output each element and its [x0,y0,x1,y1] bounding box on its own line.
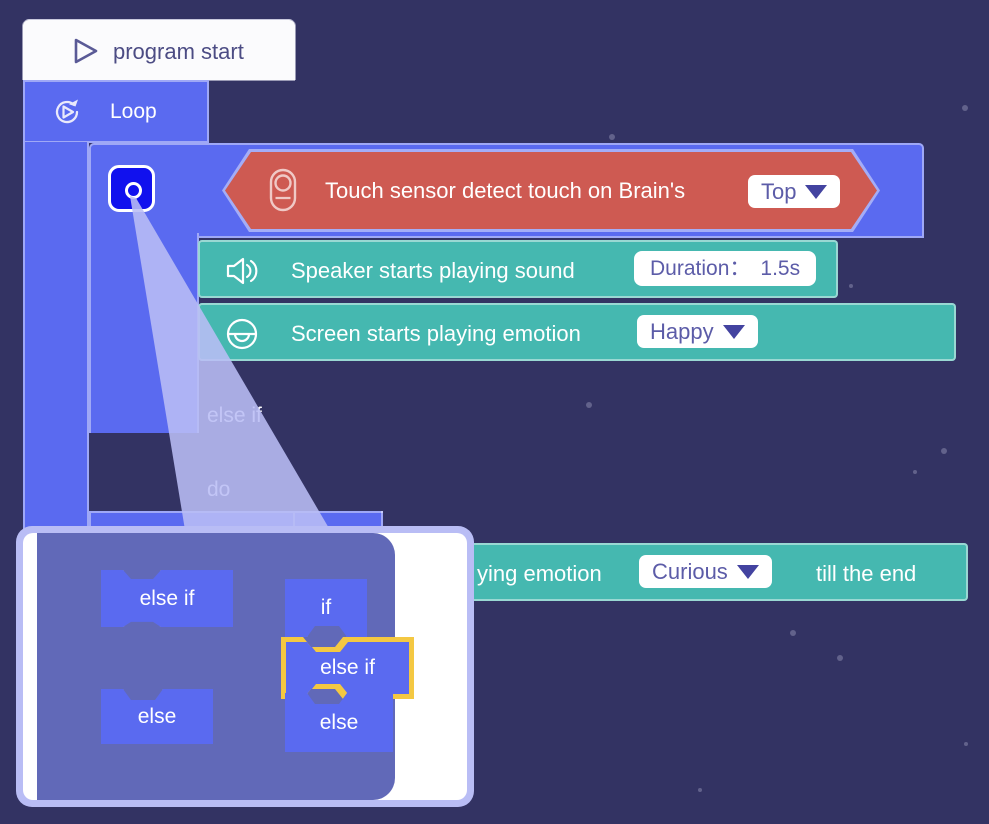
star-dot [941,448,947,454]
chevron-down-icon [736,564,759,579]
duration-field-label: Duration： [650,257,751,280]
chevron-down-icon [722,324,745,339]
loop-refresh-play-icon [51,96,83,128]
duration-field[interactable]: Duration： 1.5s [634,251,817,286]
screen-emotion-happy-block[interactable]: Screen starts playing emotion till the e… [198,303,956,361]
mutator-popup[interactable]: else if else if else if else [16,526,474,807]
stack-block-if-label: if [320,596,332,619]
touch-sensor-condition-text: Touch sensor detect touch on Brain's [325,178,686,203]
emotion-curious-dropdown[interactable]: Curious [639,555,772,588]
speaker-icon [224,254,260,288]
star-dot [962,105,968,111]
star-dot [609,134,615,140]
emotion-happy-dropdown-value: Happy [650,318,714,344]
star-dot [837,655,843,661]
do-keyword-label-2: do [207,478,231,501]
program-start-block[interactable]: program start [23,20,295,80]
loop-block-header[interactable]: Loop [23,80,209,143]
flyout-block-else[interactable]: else [101,689,213,744]
screen-emotion-happy-text: Screen starts playing emotion [291,321,581,346]
star-dot [698,788,702,792]
emotion-happy-dropdown[interactable]: Happy [637,315,758,348]
elseif-keyword-label: else if [207,404,262,427]
screen-emotion-curious-tail: till the end [816,561,917,586]
brain-side-dropdown-value: Top [761,178,797,204]
flyout-block-else-if-label: else if [139,586,195,610]
screen-emotion-curious-text: ying emotion [477,561,602,586]
stack-block-else-label: else [319,710,359,734]
speaker-block-text: Speaker starts playing sound [291,258,575,283]
chevron-down-icon [805,184,828,199]
mutator-gear-button[interactable] [108,165,155,212]
mutator-popup-body: else if else if else if else [23,533,467,800]
program-start-label: program start [113,39,244,64]
play-triangle-icon [71,37,101,65]
brain-side-dropdown[interactable]: Top [748,175,841,208]
stack-block-else-if-body: else if [286,642,409,694]
stack-block-else-if-label: else if [320,656,375,679]
star-dot [913,470,917,474]
workspace-canvas[interactable]: program start Loop if do else if do [0,0,989,824]
star-dot [790,630,796,636]
star-dot [849,284,853,288]
star-dot [964,742,968,746]
loop-block-label: Loop [110,100,157,123]
duration-field-value: 1.5s [760,257,801,280]
star-dot [586,402,592,408]
stack-block-else-if[interactable]: else if [281,637,414,699]
if-block-do-column-1 [89,233,199,433]
touch-sensor-icon [267,168,299,212]
emotion-curious-dropdown-value: Curious [652,558,728,584]
flyout-block-else-label: else [137,704,177,728]
emotion-face-icon [224,317,260,351]
flyout-block-else-if[interactable]: else if [101,570,233,627]
